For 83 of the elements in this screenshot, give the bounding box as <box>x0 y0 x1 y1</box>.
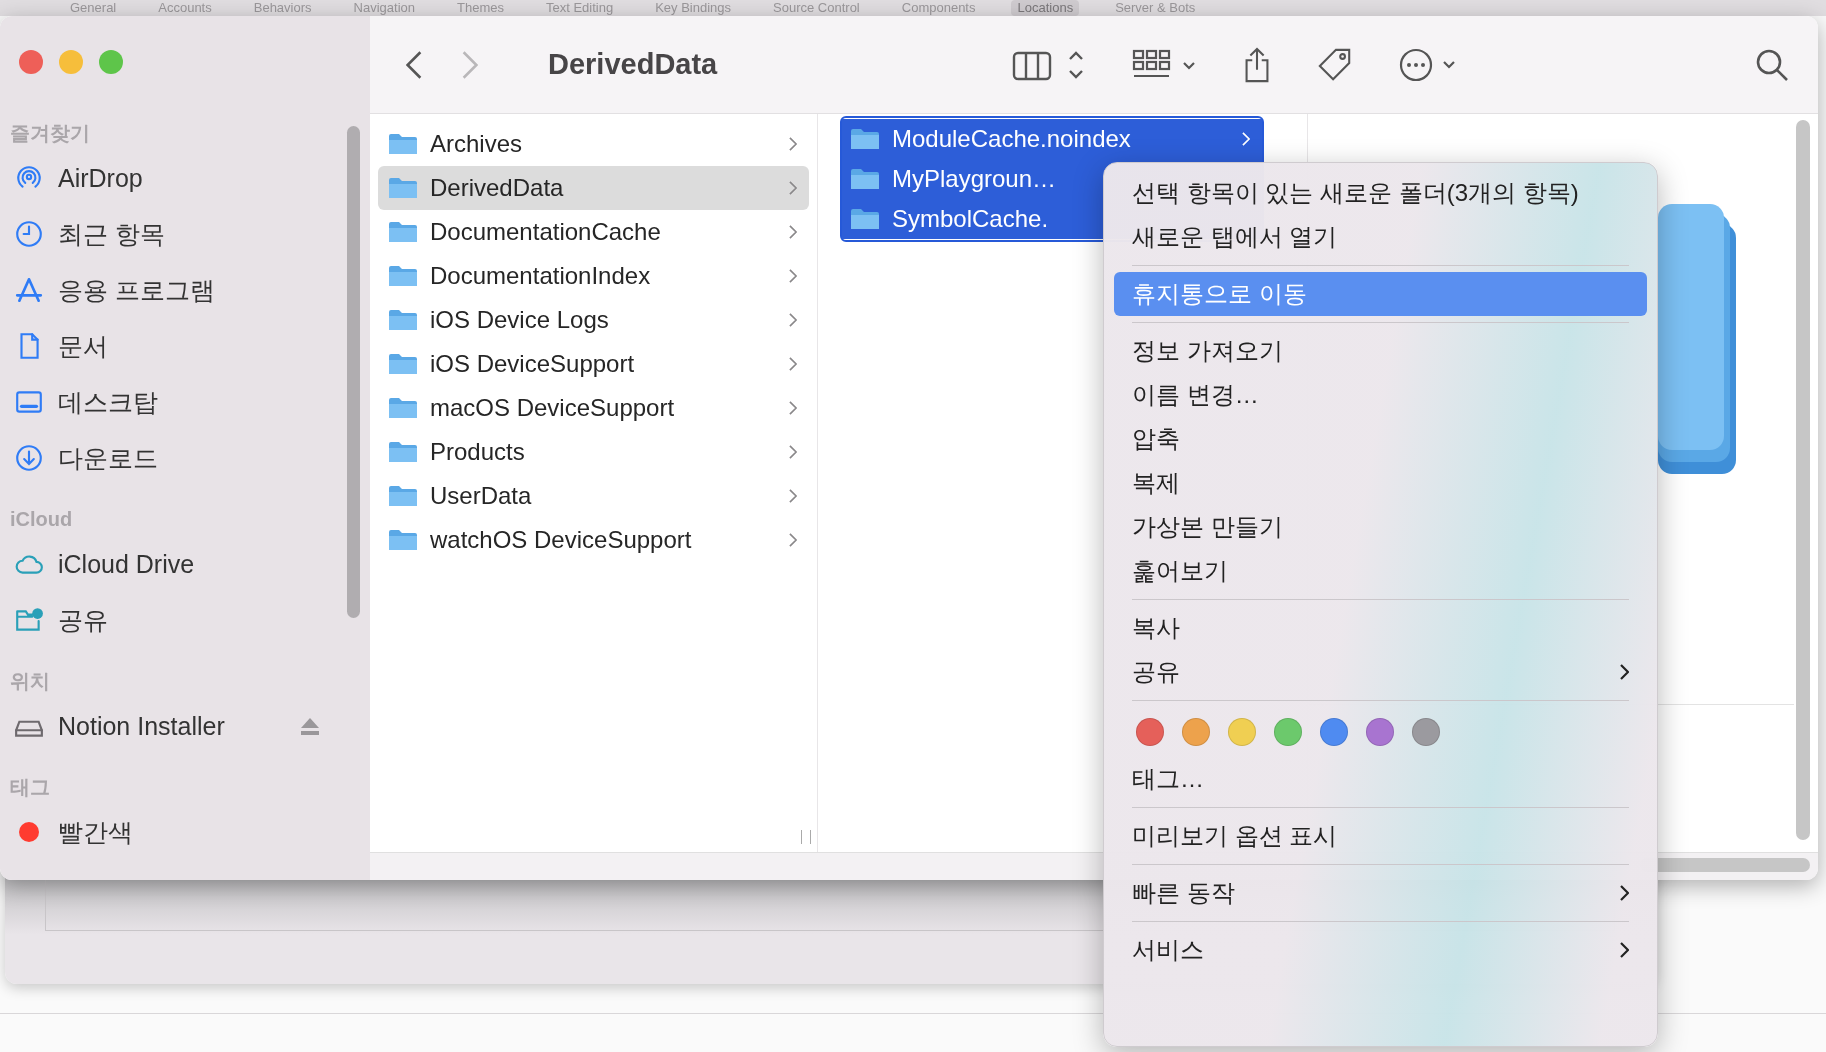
sidebar-item[interactable]: 공유 <box>58 603 108 637</box>
menu-item[interactable]: 정보 가져오기 <box>1114 329 1647 373</box>
file-row[interactable]: iOS Device Logs <box>378 298 809 342</box>
sidebar-item[interactable]: 다운로드 <box>58 441 158 475</box>
menu-item[interactable]: 미리보기 옵션 표시 <box>1114 814 1647 858</box>
sidebar-item[interactable]: 최근 항목 <box>58 217 165 251</box>
folder-stack-icon <box>1658 204 1738 474</box>
folder-name: Products <box>430 438 525 466</box>
sidebar-item[interactable]: 빨간색 <box>58 815 133 849</box>
folder-icon <box>850 207 880 231</box>
eject-icon[interactable] <box>298 716 321 736</box>
folder-icon <box>388 264 418 288</box>
tag-color-dot[interactable] <box>1366 718 1394 746</box>
sidebar-item[interactable]: 응용 프로그램 <box>58 273 215 307</box>
menu-item[interactable]: 서비스 <box>1114 928 1647 972</box>
app-store-icon <box>14 275 44 305</box>
folder-icon <box>388 132 418 156</box>
sidebar-item[interactable]: Notion Installer <box>58 711 225 741</box>
folder-name: SymbolCache. <box>892 205 1049 233</box>
folder-icon <box>850 127 880 151</box>
download-icon <box>14 443 44 473</box>
folder-name: macOS DeviceSupport <box>430 394 675 422</box>
tag-color-dot[interactable] <box>1320 718 1348 746</box>
resize-handle[interactable] <box>801 830 811 844</box>
menu-item[interactable]: 복사 <box>1114 606 1647 650</box>
menu-item[interactable]: 태그… <box>1114 757 1647 801</box>
tag-color-dot[interactable] <box>1412 718 1440 746</box>
folder-name: ModuleCache.noindex <box>892 125 1131 153</box>
folder-name: iOS DeviceSupport <box>430 350 635 378</box>
menu-item[interactable]: 가상본 만들기 <box>1114 505 1647 549</box>
scrollbar[interactable] <box>347 126 360 618</box>
sidebar-section-header: 즐겨찾기 <box>10 121 91 146</box>
folder-name: DerivedData <box>430 174 564 202</box>
tag-color-dot[interactable] <box>1182 718 1210 746</box>
close-button[interactable] <box>19 50 43 74</box>
folder-icon <box>388 176 418 200</box>
sidebar-section-header: 위치 <box>10 669 51 694</box>
file-row[interactable]: Products <box>378 430 809 474</box>
file-row[interactable]: DocumentationIndex <box>378 254 809 298</box>
window-title: DerivedData <box>548 48 718 81</box>
file-row[interactable]: iOS DeviceSupport <box>378 342 809 386</box>
menu-item[interactable]: 공유 <box>1114 650 1647 694</box>
scrollbar[interactable] <box>1796 120 1810 840</box>
menu-item[interactable]: 복제 <box>1114 461 1647 505</box>
sidebar-item[interactable]: 데스크탑 <box>58 385 158 419</box>
menu-item[interactable]: 빠른 동작 <box>1114 871 1647 915</box>
clock-icon <box>14 219 44 249</box>
sidebar-item[interactable]: 문서 <box>58 329 108 363</box>
folder-name: watchOS DeviceSupport <box>430 526 692 554</box>
tag-color-dot[interactable] <box>1228 718 1256 746</box>
folder-name: MyPlaygroun… <box>892 165 1057 193</box>
sidebar-section-header: 태그 <box>10 775 51 800</box>
sidebar-section-header: iCloud <box>10 507 74 532</box>
folder-name: Archives <box>430 130 523 158</box>
folder-name: DocumentationCache <box>430 218 661 246</box>
file-row[interactable]: UserData <box>378 474 809 518</box>
menu-item[interactable]: 훑어보기 <box>1114 549 1647 593</box>
menu-item[interactable]: 이름 변경… <box>1114 373 1647 417</box>
file-row[interactable]: watchOS DeviceSupport <box>378 518 809 562</box>
file-row[interactable]: Archives <box>378 122 809 166</box>
folder-icon <box>388 396 418 420</box>
folder-name: iOS Device Logs <box>430 306 609 334</box>
menu-item[interactable]: 압축 <box>1114 417 1647 461</box>
folder-icon <box>388 484 418 508</box>
folder-icon <box>850 167 880 191</box>
folder-icon <box>388 528 418 552</box>
folder-name: UserData <box>430 482 532 510</box>
file-row[interactable]: DocumentationCache <box>378 210 809 254</box>
folder-icon <box>388 308 418 332</box>
sidebar-item[interactable]: iCloud Drive <box>58 549 195 579</box>
folder-icon <box>388 352 418 376</box>
file-row[interactable]: ModuleCache.noindex <box>842 119 1262 159</box>
folder-name: DocumentationIndex <box>430 262 651 290</box>
folder-icon <box>388 220 418 244</box>
tag-color-dot[interactable] <box>1136 718 1164 746</box>
file-row[interactable]: DerivedData <box>378 166 809 210</box>
back-icon[interactable] <box>406 50 422 79</box>
minimize-button[interactable] <box>59 50 83 74</box>
tag-color-dot[interactable] <box>1274 718 1302 746</box>
folder-icon <box>388 440 418 464</box>
sidebar-item[interactable]: AirDrop <box>58 163 143 193</box>
file-row[interactable]: macOS DeviceSupport <box>378 386 809 430</box>
zoom-button[interactable] <box>99 50 123 74</box>
